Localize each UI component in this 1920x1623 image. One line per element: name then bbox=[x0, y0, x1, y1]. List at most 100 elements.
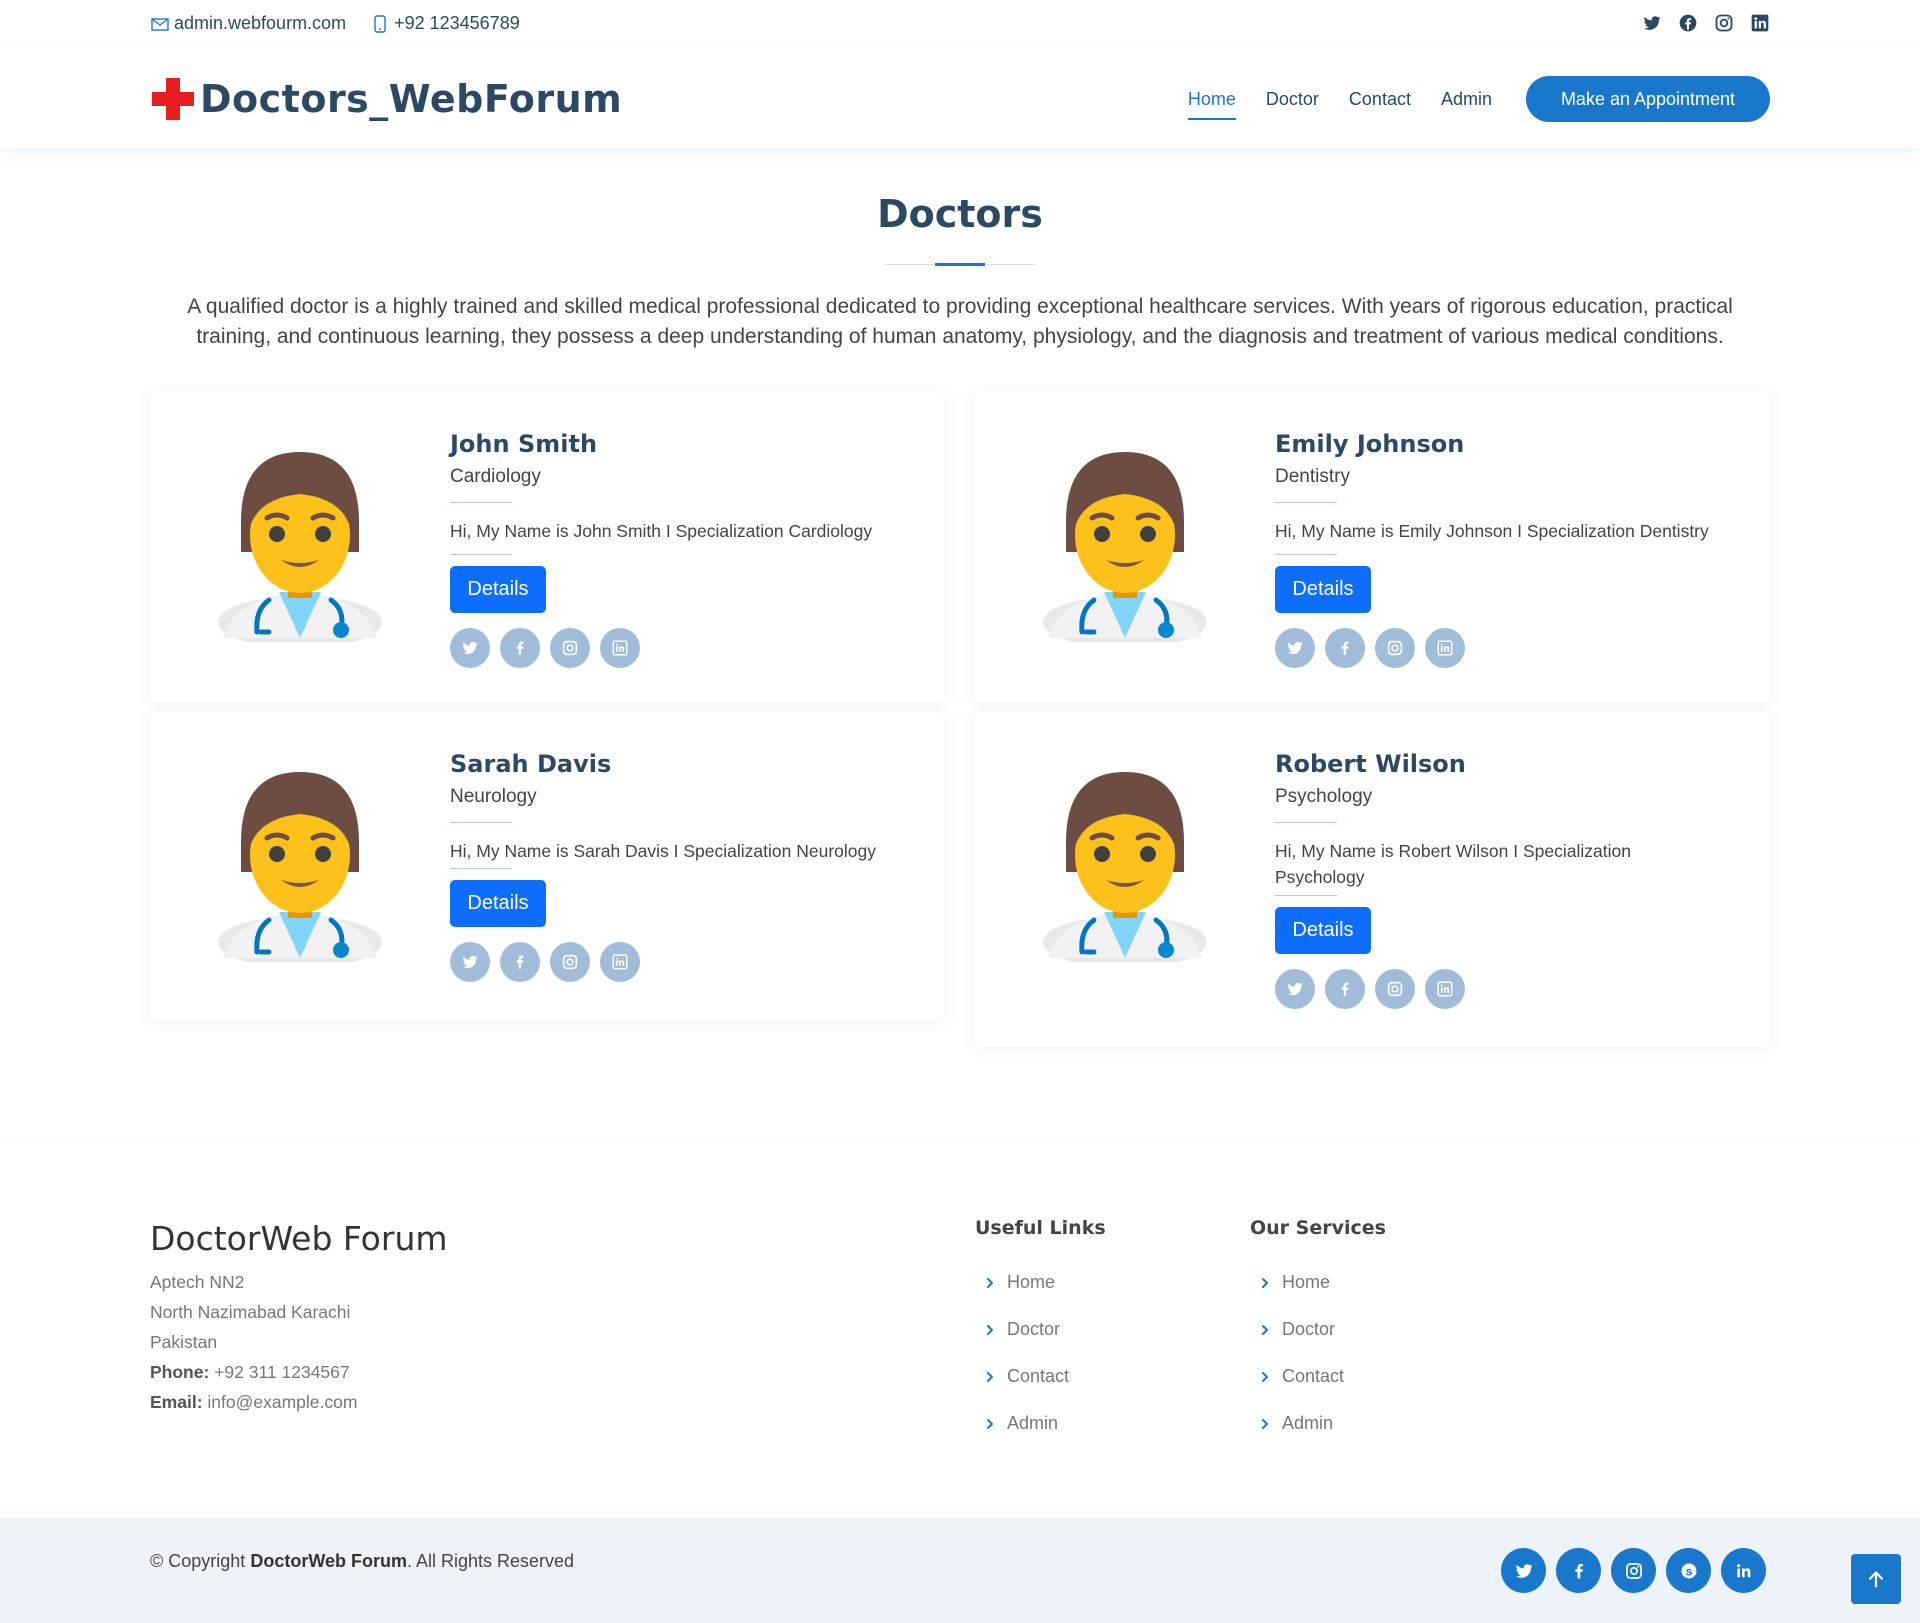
footer-social-links bbox=[1501, 1548, 1766, 1593]
details-button[interactable]: Details bbox=[450, 880, 546, 927]
footer-link[interactable]: Home bbox=[975, 1259, 1106, 1306]
nav-contact[interactable]: Contact bbox=[1349, 79, 1411, 120]
copyright-suffix: . All Rights Reserved bbox=[407, 1551, 575, 1571]
address-line: North Nazimabad Karachi bbox=[150, 1302, 351, 1322]
services-column: Our Services Home Doctor Contact Admin bbox=[1250, 1217, 1386, 1447]
nav-doctor[interactable]: Doctor bbox=[1266, 79, 1319, 120]
doctor-bio: Hi, My Name is Sarah Davis I Specializat… bbox=[450, 841, 876, 861]
skype-icon bbox=[1681, 1563, 1696, 1578]
doctor-card: Emily Johnson Dentistry Hi, My Name is E… bbox=[975, 392, 1770, 702]
facebook-icon[interactable] bbox=[1678, 13, 1698, 33]
medical-cross-icon bbox=[152, 78, 194, 120]
twitter-link[interactable] bbox=[1275, 969, 1315, 1009]
instagram-icon bbox=[562, 954, 578, 970]
doctor-icon bbox=[1043, 772, 1207, 968]
linkedin-icon[interactable] bbox=[1750, 13, 1770, 33]
linkedin-link[interactable] bbox=[1425, 969, 1465, 1009]
doctor-avatar bbox=[1040, 752, 1210, 968]
instagram-link[interactable] bbox=[1375, 628, 1415, 668]
twitter-icon[interactable] bbox=[1642, 13, 1662, 33]
divider bbox=[450, 822, 512, 823]
footer-link-label: Admin bbox=[1282, 1413, 1334, 1433]
footer-link[interactable]: Home bbox=[1250, 1259, 1386, 1306]
facebook-icon bbox=[1574, 1563, 1583, 1578]
twitter-link[interactable] bbox=[1501, 1548, 1546, 1593]
back-to-top-button[interactable] bbox=[1851, 1554, 1901, 1604]
doctor-name: Robert Wilson bbox=[1275, 750, 1466, 778]
footer-link[interactable]: Admin bbox=[1250, 1400, 1386, 1447]
footer-link[interactable]: Admin bbox=[975, 1400, 1106, 1447]
linkedin-link[interactable] bbox=[1425, 628, 1465, 668]
details-button[interactable]: Details bbox=[1275, 907, 1371, 954]
facebook-link[interactable] bbox=[1325, 628, 1365, 668]
instagram-link[interactable] bbox=[550, 628, 590, 668]
facebook-link[interactable] bbox=[500, 628, 540, 668]
contact-info: admin.webfourm.com +92 123456789 bbox=[150, 13, 544, 34]
top-bar: admin.webfourm.com +92 123456789 bbox=[0, 0, 1920, 48]
doctor-specialization: Psychology bbox=[1275, 786, 1373, 807]
facebook-link[interactable] bbox=[1556, 1548, 1601, 1593]
instagram-link[interactable] bbox=[1611, 1548, 1656, 1593]
footer: DoctorWeb Forum Aptech NN2 North Nazimab… bbox=[0, 1140, 1920, 1518]
footer-link[interactable]: Doctor bbox=[975, 1306, 1106, 1353]
copyright-brand: DoctorWeb Forum bbox=[250, 1551, 407, 1571]
appointment-button[interactable]: Make an Appointment bbox=[1526, 76, 1770, 122]
linkedin-link[interactable] bbox=[1721, 1548, 1766, 1593]
divider bbox=[450, 502, 512, 503]
footer-link[interactable]: Contact bbox=[1250, 1353, 1386, 1400]
doctor-icon bbox=[218, 452, 382, 648]
instagram-icon bbox=[1387, 640, 1403, 656]
footer-link-label: Home bbox=[1282, 1272, 1331, 1292]
twitter-icon bbox=[462, 955, 478, 969]
doctor-social-links bbox=[1275, 969, 1465, 1009]
doctor-social-links bbox=[450, 942, 640, 982]
doctor-avatar bbox=[1040, 432, 1210, 648]
footer-phone: Phone: +92 311 1234567 bbox=[150, 1357, 357, 1387]
doctor-name: Emily Johnson bbox=[1275, 430, 1465, 458]
chevron-right-icon bbox=[1262, 1418, 1268, 1429]
section-title: Doctors bbox=[877, 192, 1043, 236]
doctor-icon bbox=[218, 772, 382, 968]
twitter-link[interactable] bbox=[450, 942, 490, 982]
phone-item[interactable]: +92 123456789 bbox=[370, 13, 520, 34]
instagram-link[interactable] bbox=[1375, 969, 1415, 1009]
doctor-specialization: Neurology bbox=[450, 786, 537, 807]
instagram-icon[interactable] bbox=[1714, 13, 1734, 33]
nav-home[interactable]: Home bbox=[1187, 79, 1236, 120]
instagram-icon bbox=[1625, 1562, 1642, 1579]
phone-label: Phone: bbox=[150, 1362, 210, 1382]
doctor-social-links bbox=[450, 628, 640, 668]
twitter-icon bbox=[1287, 641, 1303, 655]
copyright-prefix: © Copyright bbox=[150, 1551, 246, 1571]
twitter-link[interactable] bbox=[1275, 628, 1315, 668]
chevron-right-icon bbox=[987, 1418, 993, 1429]
linkedin-link[interactable] bbox=[600, 942, 640, 982]
nav-admin[interactable]: Admin bbox=[1441, 79, 1492, 120]
chevron-right-icon bbox=[987, 1277, 993, 1288]
divider bbox=[1275, 895, 1337, 896]
site-header: Doctors_WebForum Home Doctor Contact Adm… bbox=[0, 48, 1920, 148]
facebook-icon bbox=[1341, 641, 1349, 655]
footer-link-label: Contact bbox=[1007, 1366, 1070, 1386]
doctor-specialization: Cardiology bbox=[450, 466, 541, 487]
footer-email: Email: info@example.com bbox=[150, 1387, 357, 1417]
footer-link[interactable]: Contact bbox=[975, 1353, 1106, 1400]
site-logo[interactable]: Doctors_WebForum bbox=[150, 76, 622, 122]
chevron-right-icon bbox=[987, 1324, 993, 1335]
instagram-link[interactable] bbox=[550, 942, 590, 982]
footer-brand: DoctorWeb Forum bbox=[150, 1219, 448, 1258]
envelope-icon bbox=[151, 17, 169, 31]
details-button[interactable]: Details bbox=[450, 566, 546, 613]
doctor-bio: Hi, My Name is Robert Wilson I Specializ… bbox=[1275, 841, 1631, 887]
divider bbox=[1275, 554, 1337, 555]
doctor-card: Robert Wilson Psychology Hi, My Name is … bbox=[975, 712, 1770, 1047]
facebook-link[interactable] bbox=[1325, 969, 1365, 1009]
skype-link[interactable] bbox=[1666, 1548, 1711, 1593]
email-item[interactable]: admin.webfourm.com bbox=[150, 13, 346, 34]
linkedin-link[interactable] bbox=[600, 628, 640, 668]
phone-text: +92 123456789 bbox=[394, 13, 520, 33]
twitter-link[interactable] bbox=[450, 628, 490, 668]
details-button[interactable]: Details bbox=[1275, 566, 1371, 613]
facebook-link[interactable] bbox=[500, 942, 540, 982]
footer-link[interactable]: Doctor bbox=[1250, 1306, 1386, 1353]
